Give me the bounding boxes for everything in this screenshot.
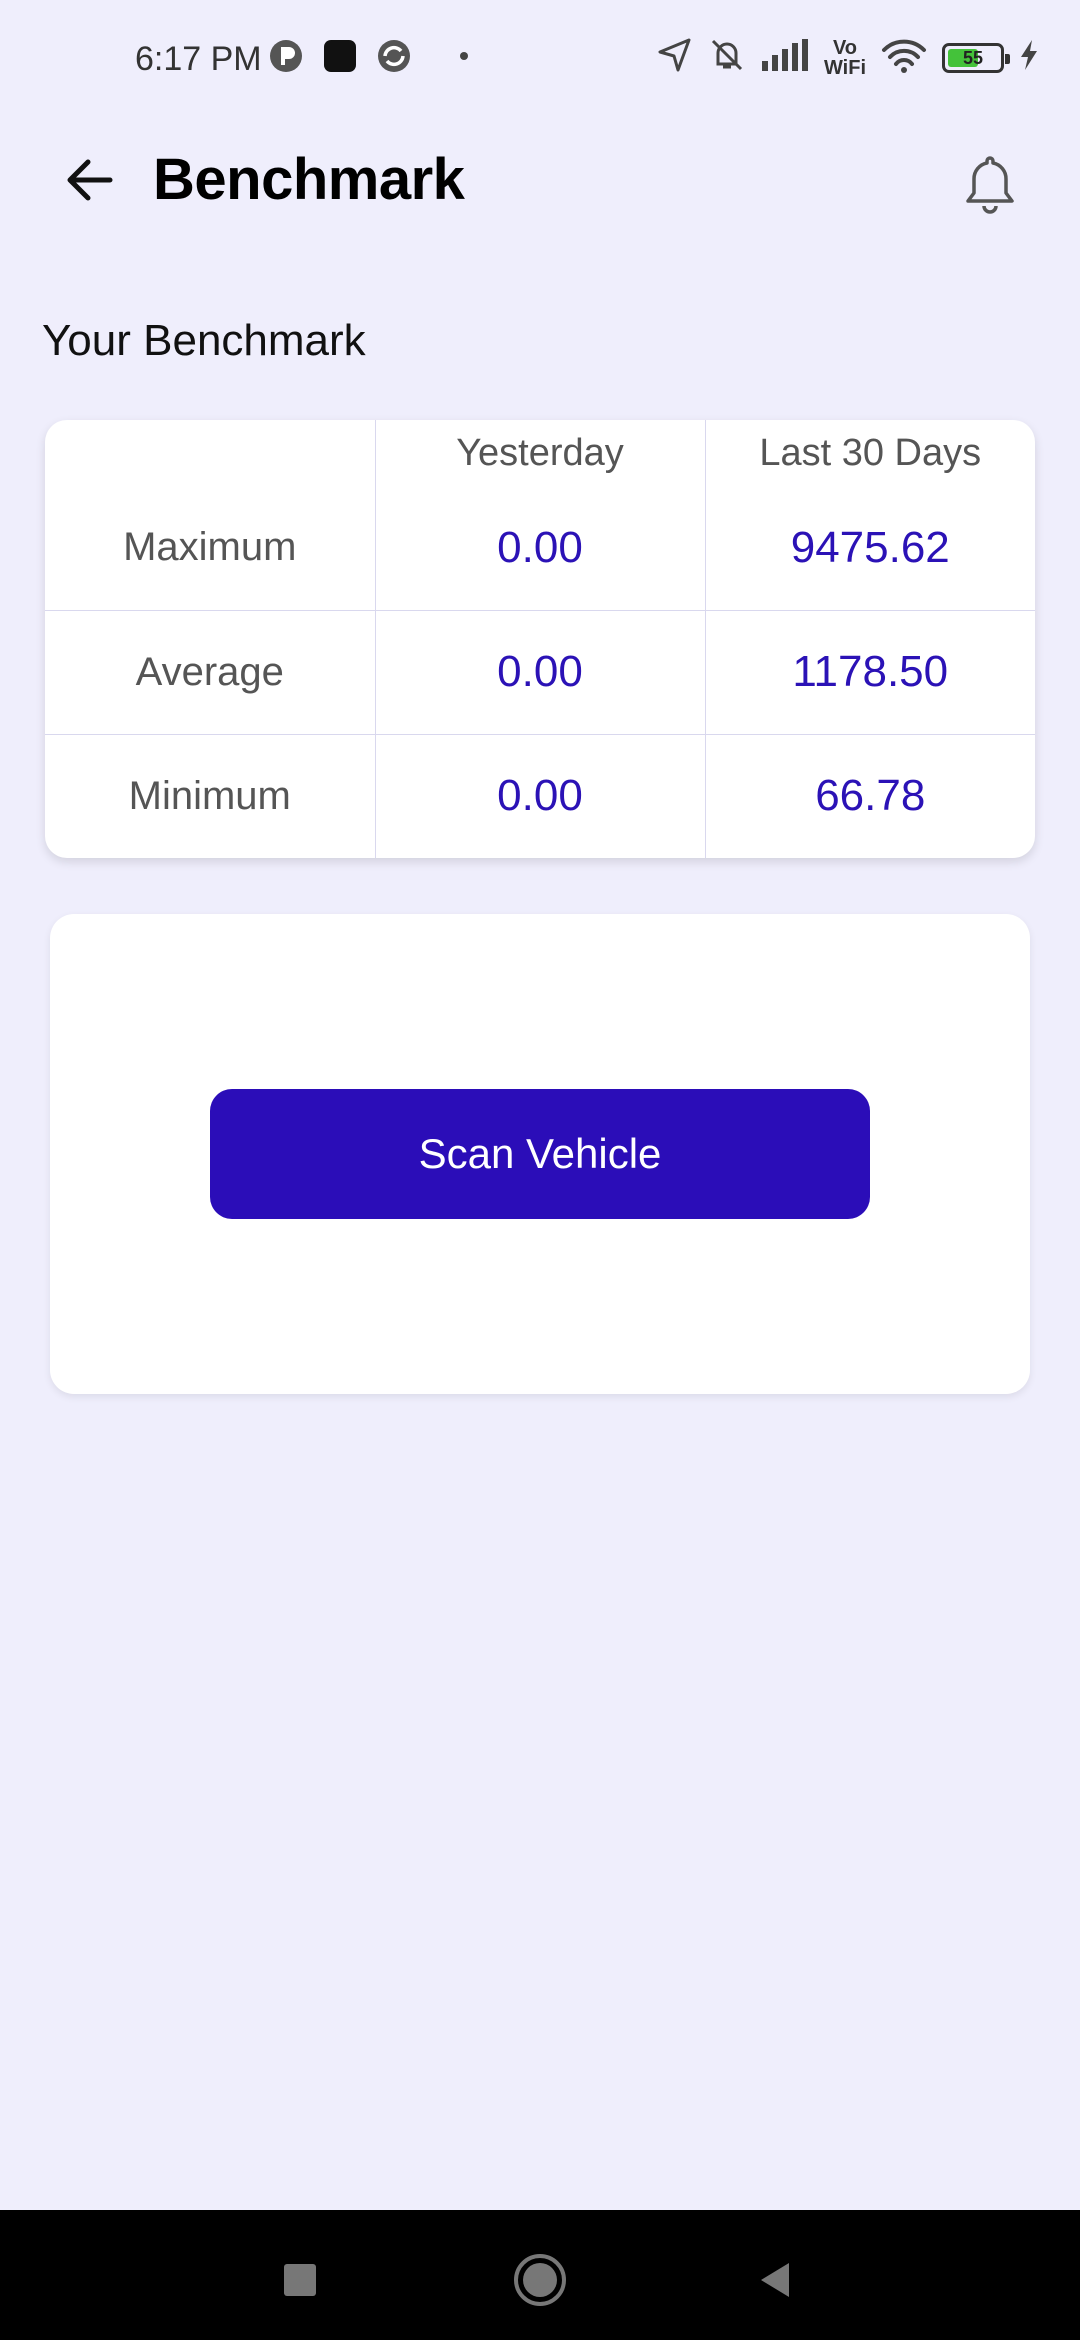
system-navigation-bar — [0, 2210, 1080, 2340]
yesterday-value: 0.00 — [375, 734, 706, 858]
notifications-button[interactable] — [950, 144, 1030, 224]
last-30-days-value: 66.78 — [815, 771, 926, 821]
back-triangle-icon — [761, 2263, 789, 2297]
yesterday-value: 0.00 — [375, 610, 706, 735]
status-bar: 6:17 PM Vo WiFi 55 — [0, 0, 1080, 120]
row-label: Minimum — [45, 734, 376, 858]
vowifi-top-text: Vo — [832, 36, 858, 59]
bell-icon — [966, 156, 1014, 214]
yesterday-value: 0.00 — [375, 486, 706, 611]
mute-icon — [708, 36, 746, 79]
row-label: Maximum — [45, 486, 376, 611]
app-header: Benchmark — [0, 120, 1080, 240]
status-right-icons: Vo WiFi 55 — [656, 36, 1040, 79]
back-button[interactable] — [55, 145, 125, 215]
location-icon — [656, 36, 694, 79]
status-left-icons — [268, 38, 468, 74]
battery-icon: 55 — [942, 42, 1010, 73]
column-header-yesterday: Yesterday — [375, 420, 706, 486]
battery-level: 55 — [962, 47, 984, 68]
back-nav-button[interactable] — [740, 2245, 810, 2315]
column-header-last-30-days: Last 30 Days — [759, 431, 982, 474]
arrow-left-icon — [67, 159, 113, 201]
benchmark-card: Yesterday Last 30 Days Maximum 0.00 9475… — [45, 420, 1035, 858]
last-30-days-value: 9475.62 — [705, 486, 1035, 611]
home-button[interactable] — [505, 2245, 575, 2315]
app-sync-icon — [376, 38, 412, 74]
scan-vehicle-button[interactable]: Scan Vehicle — [210, 1089, 870, 1219]
vowifi-indicator: Vo WiFi — [824, 38, 866, 78]
recents-button[interactable] — [265, 2245, 335, 2315]
table-row-average: Average 0.00 1178.50 — [45, 610, 1035, 735]
more-notifications-dot-icon — [460, 52, 468, 60]
table-row-maximum: Maximum 0.00 9475.62 — [45, 486, 1035, 611]
status-time: 6:17 PM — [135, 40, 262, 78]
benchmark-table: Yesterday Last 30 Days Maximum 0.00 9475… — [45, 420, 1035, 858]
vowifi-bottom-text: WiFi — [823, 56, 866, 79]
section-title-your-benchmark: Your Benchmark — [42, 316, 366, 365]
last-30-days-value: 1178.50 — [705, 610, 1035, 735]
wifi-icon — [880, 36, 928, 79]
table-header-row: Yesterday Last 30 Days — [45, 420, 1035, 486]
scan-card: Scan Vehicle — [50, 914, 1030, 1394]
column-header-empty — [45, 420, 376, 486]
app-notification-icon — [268, 38, 304, 74]
table-row-minimum: Minimum 0.00 66.78 — [45, 734, 1035, 858]
signal-icon — [760, 37, 810, 78]
charging-icon — [1018, 38, 1040, 77]
home-circle-icon — [514, 2254, 566, 2306]
app-square-icon — [322, 38, 358, 74]
recents-square-icon — [284, 2264, 316, 2296]
row-label: Average — [45, 610, 376, 735]
page-title: Benchmark — [153, 147, 465, 212]
